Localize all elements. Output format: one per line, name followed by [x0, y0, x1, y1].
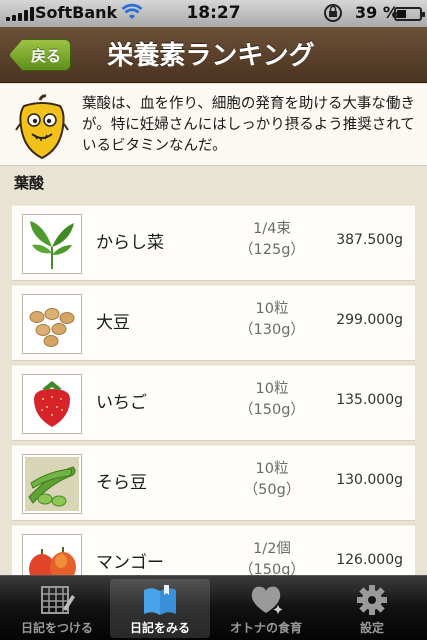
tab-adult-food-education[interactable]: オトナの食育	[216, 579, 316, 638]
food-name: 大豆	[96, 313, 130, 333]
food-quantity: 10粒 （150g）	[230, 379, 314, 421]
gear-icon	[357, 585, 387, 615]
ranking-list: からし菜 1/4束 （125g） 387.500g 大豆 10粒 （130g） …	[12, 205, 415, 575]
food-quantity: 1/2個 （150g）	[230, 539, 314, 575]
quantity-unit: 10粒	[255, 301, 289, 317]
list-item[interactable]: からし菜 1/4束 （125g） 387.500g	[12, 205, 415, 281]
open-book-icon	[144, 585, 176, 615]
status-bar: SoftBank 18:27 39 %	[0, 0, 427, 27]
quantity-unit: 1/2個	[253, 541, 291, 557]
quantity-unit: 1/4束	[253, 221, 291, 237]
soybeans-icon	[29, 308, 75, 347]
mango-icon	[29, 547, 76, 575]
tab-label: オトナの食育	[229, 621, 302, 635]
list-item[interactable]: いちご 10粒 （150g） 135.000g	[12, 365, 415, 441]
folate-amount: 135.000g	[336, 392, 403, 408]
tab-diary-view[interactable]: 日記をみる	[110, 579, 210, 638]
page-title: 栄養素ランキング	[107, 41, 315, 71]
tab-settings[interactable]: 設定	[322, 579, 422, 638]
rotation-lock-icon	[324, 4, 342, 22]
food-name: マンゴー	[96, 553, 164, 573]
tab-bar: 日記をつける 日記をみる オトナの食育 設定	[0, 575, 427, 640]
list-item[interactable]: マンゴー 1/2個 （150g） 126.000g	[12, 525, 415, 575]
battery-icon	[394, 7, 425, 21]
list-item[interactable]: 大豆 10粒 （130g） 299.000g	[12, 285, 415, 361]
food-name: いちご	[96, 393, 147, 413]
quantity-grams: （150g）	[239, 402, 305, 418]
food-name: そら豆	[96, 473, 147, 493]
section-title: 葉酸	[14, 174, 45, 192]
food-thumbnail	[22, 454, 82, 514]
navigation-bar: 戻る 栄養素ランキング	[0, 27, 427, 83]
broad-beans-icon	[25, 457, 79, 511]
nutrient-description: 葉酸は、血を作り、細胞の発育を助ける大事な働きが。特に妊婦さんにはしっかり摂るよ…	[0, 84, 427, 166]
strawberry-icon	[34, 381, 70, 427]
bell-pepper-mascot-icon	[15, 94, 69, 160]
food-quantity: 10粒 （50g）	[230, 459, 314, 501]
list-item[interactable]: そら豆 10粒 （50g） 130.000g	[12, 445, 415, 521]
folate-amount: 299.000g	[336, 312, 403, 328]
food-thumbnail	[22, 534, 82, 575]
description-text: 葉酸は、血を作り、細胞の発育を助ける大事な働きが。特に妊婦さんにはしっかり摂るよ…	[82, 96, 415, 154]
food-thumbnail	[22, 214, 82, 274]
quantity-grams: （50g）	[243, 482, 301, 498]
folate-amount: 126.000g	[336, 552, 403, 568]
quantity-grams: （125g）	[239, 242, 305, 258]
battery-percent: 39 %	[355, 3, 399, 22]
quantity-unit: 10粒	[255, 381, 289, 397]
tab-diary-write[interactable]: 日記をつける	[7, 579, 107, 638]
folate-amount: 387.500g	[336, 232, 403, 248]
food-thumbnail	[22, 374, 82, 434]
back-button[interactable]: 戻る	[9, 39, 71, 71]
tab-label: 設定	[359, 621, 384, 635]
food-quantity: 10粒 （130g）	[230, 299, 314, 341]
heart-icon	[251, 586, 283, 614]
tab-label: 日記をつける	[20, 621, 93, 635]
diary-write-icon	[41, 586, 75, 614]
food-thumbnail	[22, 294, 82, 354]
food-quantity: 1/4束 （125g）	[230, 219, 314, 261]
food-name: からし菜	[96, 233, 164, 253]
quantity-grams: （130g）	[239, 322, 305, 338]
quantity-grams: （150g）	[239, 562, 305, 575]
folate-amount: 130.000g	[336, 472, 403, 488]
quantity-unit: 10粒	[255, 461, 289, 477]
tab-label: 日記をみる	[129, 621, 190, 635]
mustard-greens-icon	[30, 221, 74, 269]
